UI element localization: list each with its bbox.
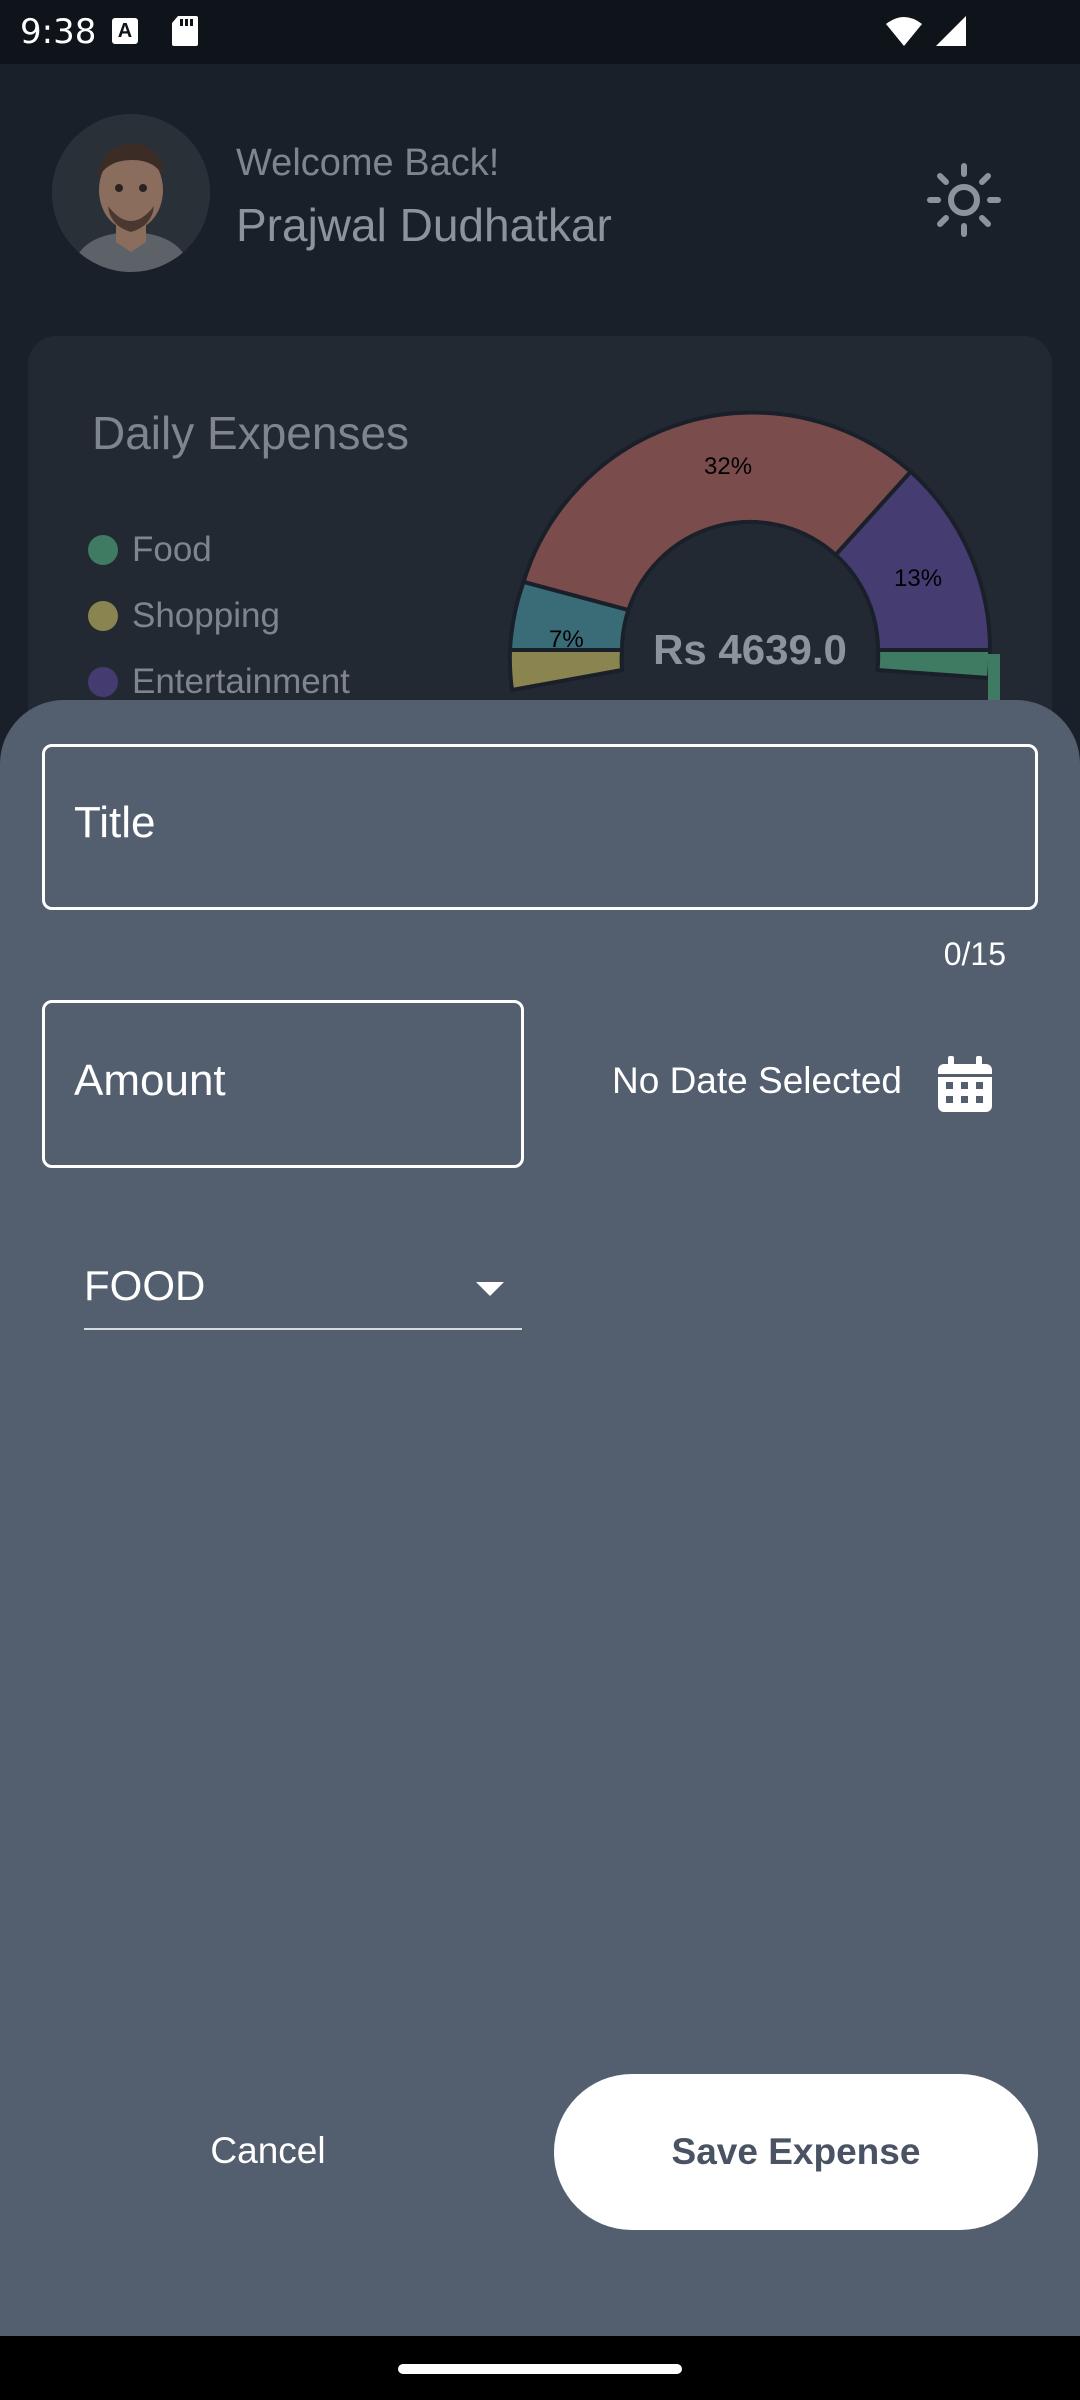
calendar-icon[interactable] (934, 1054, 996, 1116)
date-label: No Date Selected (612, 1060, 903, 1101)
wifi-icon (886, 17, 922, 46)
sd-card-icon (172, 16, 198, 46)
expense-donut-chart: 32% 13% 7% Rs 4639.0 (507, 410, 1000, 720)
amount-placeholder: Amount (74, 1056, 226, 1105)
welcome-text: Welcome Back! (236, 142, 500, 184)
a-notification-icon: A (112, 18, 138, 44)
legend-dot (88, 600, 118, 631)
donut-slice-green (875, 648, 993, 681)
save-expense-button[interactable]: Save Expense (554, 2074, 1038, 2230)
donut-slice-yellow (507, 648, 625, 693)
legend-dot (88, 534, 118, 565)
slice-label-13: 13% (894, 565, 942, 592)
slice-label-32: 32% (704, 453, 752, 480)
title-char-counter: 0/15 (943, 936, 1006, 972)
category-value: FOOD (84, 1262, 206, 1309)
avatar[interactable] (52, 114, 210, 272)
donut-total: Rs 4639.0 (653, 626, 847, 673)
dropdown-arrow-icon (476, 1282, 504, 1296)
cancel-button[interactable]: Cancel (130, 2076, 406, 2226)
card-title: Daily Expenses (92, 407, 410, 459)
sun-icon[interactable] (924, 160, 1004, 240)
legend-item-food: Food (88, 528, 212, 569)
signal-icon (936, 16, 966, 46)
legend-label: Food (132, 529, 212, 569)
legend-label: Shopping (132, 595, 280, 635)
title-input[interactable] (42, 744, 1038, 910)
home-indicator[interactable] (398, 2364, 682, 2374)
user-name: Prajwal Dudhatkar (236, 199, 612, 251)
legend-item-shopping: Shopping (88, 594, 280, 635)
status-time: 9:38 (20, 12, 97, 52)
slice-label-7: 7% (549, 626, 584, 653)
legend-dot (88, 666, 118, 697)
avatar-illustration (52, 114, 210, 272)
legend-item-entertainment: Entertainment (88, 660, 350, 701)
legend-label: Entertainment (132, 661, 350, 701)
title-placeholder: Title (74, 798, 156, 847)
